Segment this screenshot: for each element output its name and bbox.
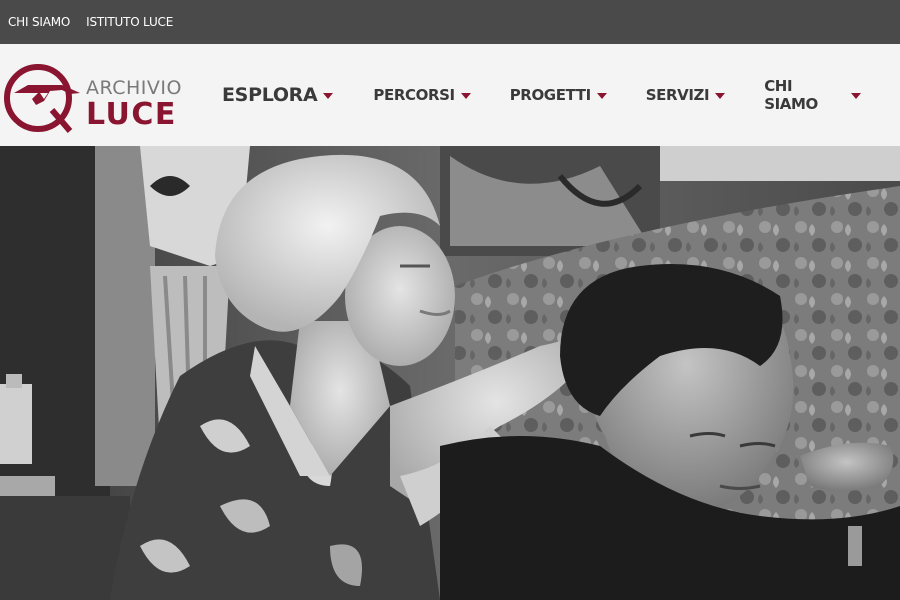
archivio-luce-emblem-icon xyxy=(4,64,80,133)
logo-line-luce: LUCE xyxy=(86,97,177,132)
site-logo[interactable]: ARCHIVIO LUCE xyxy=(0,63,185,133)
topbar-link-chi-siamo[interactable]: CHI SIAMO xyxy=(8,15,70,29)
hero-film-still xyxy=(0,146,900,600)
nav-item-progetti[interactable]: PROGETTI xyxy=(510,86,607,104)
nav-item-servizi[interactable]: SERVIZI xyxy=(645,86,726,104)
top-utility-bar: CHI SIAMO ISTITUTO LUCE xyxy=(0,0,900,44)
caret-down-icon xyxy=(323,93,334,99)
main-navigation: ESPLORA PERCORSI PROGETTI SERVIZI CHI SI… xyxy=(222,44,900,146)
nav-item-label: CHI SIAMO xyxy=(764,77,818,113)
nav-item-label: PROGETTI xyxy=(509,86,591,104)
nav-item-esplora[interactable]: ESPLORA xyxy=(222,84,334,106)
nav-item-label: PERCORSI xyxy=(373,86,455,104)
topbar-link-istituto-luce[interactable]: ISTITUTO LUCE xyxy=(86,15,173,29)
nav-item-chi-siamo[interactable]: CHI SIAMO xyxy=(764,77,861,113)
nav-item-percorsi[interactable]: PERCORSI xyxy=(373,86,471,104)
nav-item-label: ESPLORA xyxy=(222,84,318,106)
nav-item-label: SERVIZI xyxy=(645,86,710,104)
logo-line-archivio: ARCHIVIO xyxy=(86,77,182,99)
caret-down-icon xyxy=(715,93,726,99)
logo-wordmark: ARCHIVIO LUCE xyxy=(86,79,182,130)
caret-down-icon xyxy=(596,93,607,99)
main-header: ARCHIVIO LUCE ESPLORA PERCORSI PROGETTI … xyxy=(0,44,900,146)
caret-down-icon xyxy=(851,93,861,99)
hero-image[interactable] xyxy=(0,146,900,600)
caret-down-icon xyxy=(460,93,471,99)
